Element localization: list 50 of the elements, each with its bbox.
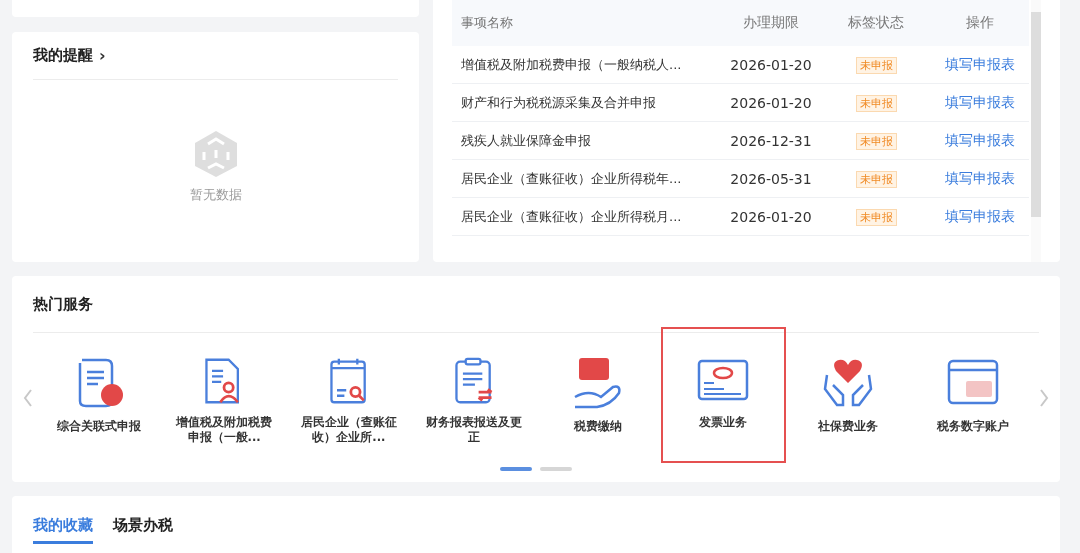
fill-form-link[interactable]: 填写申报表 (945, 207, 1015, 224)
service-item[interactable]: 税费缴纳 (536, 333, 661, 461)
service-label: 税费缴纳 (573, 419, 624, 434)
table-cell-text: 2026-05-31 (729, 170, 813, 187)
carousel-indicator[interactable] (500, 467, 532, 471)
service-item[interactable]: 综合关联式申报 (37, 333, 162, 461)
service-label: 居民企业（查账征收）企业所... (299, 415, 398, 445)
status-tag: 未申报 (855, 57, 897, 74)
service-item[interactable]: 税务数字账户 (910, 333, 1035, 461)
fill-form-link[interactable]: 填写申报表 (945, 131, 1015, 148)
column-header: 办理期限 (742, 14, 800, 32)
fill-form-link[interactable]: 填写申报表 (945, 93, 1015, 110)
service-label: 综合关联式申报 (56, 419, 143, 434)
scrollbar[interactable] (1031, 0, 1041, 262)
status-tag: 未申报 (855, 171, 897, 188)
fill-form-link[interactable]: 填写申报表 (945, 55, 1015, 72)
service-item[interactable]: 社保费业务 (785, 333, 911, 461)
service-item[interactable]: 发票业务 (660, 327, 786, 463)
tab[interactable]: 我的收藏 (33, 514, 93, 544)
empty-box-icon (193, 130, 238, 178)
column-header: 操作 (965, 14, 995, 32)
service-label: 税务数字账户 (935, 419, 1010, 434)
status-tag: 未申报 (855, 95, 897, 112)
status-tag: 未申报 (855, 209, 897, 226)
service-label: 增值税及附加税费申报（一般... (174, 415, 274, 445)
table-cell-text: 居民企业（查账征收）企业所得税月... (460, 207, 683, 226)
tab[interactable]: 场景办税 (113, 514, 173, 544)
table-cell-text: 2026-01-20 (729, 94, 813, 111)
service-item[interactable]: 居民企业（查账征收）企业所... (286, 333, 412, 461)
column-header: 标签状态 (847, 14, 905, 32)
table-cell-text: 财产和行为税税源采集及合并申报 (460, 93, 657, 112)
service-label: 发票业务 (698, 415, 749, 430)
section-title[interactable]: 我的提醒 (33, 46, 93, 65)
service-label: 社保费业务 (816, 419, 879, 434)
chevron-icon[interactable]: › (99, 46, 106, 65)
carousel-indicator[interactable] (540, 467, 572, 471)
service-label: 财务报表报送及更正 (424, 415, 523, 445)
column-header: 事项名称 (460, 14, 514, 32)
section-title: 热门服务 (33, 294, 93, 314)
status-tag: 未申报 (855, 133, 897, 150)
table-cell-text: 2026-01-20 (729, 56, 813, 73)
service-item[interactable]: 财务报表报送及更正 (411, 333, 536, 461)
table-cell-text: 残疾人就业保障金申报 (460, 131, 592, 150)
table-cell-text: 居民企业（查账征收）企业所得税年... (460, 169, 683, 188)
table-cell-text: 2026-01-20 (729, 208, 813, 225)
table-cell-text: 2026-12-31 (729, 132, 813, 149)
fill-form-link[interactable]: 填写申报表 (945, 169, 1015, 186)
service-item[interactable]: 增值税及附加税费申报（一般... (161, 333, 287, 461)
empty-text: 暂无数据 (189, 186, 242, 204)
table-cell-text: 增值税及附加税费申报（一般纳税人... (460, 55, 683, 74)
